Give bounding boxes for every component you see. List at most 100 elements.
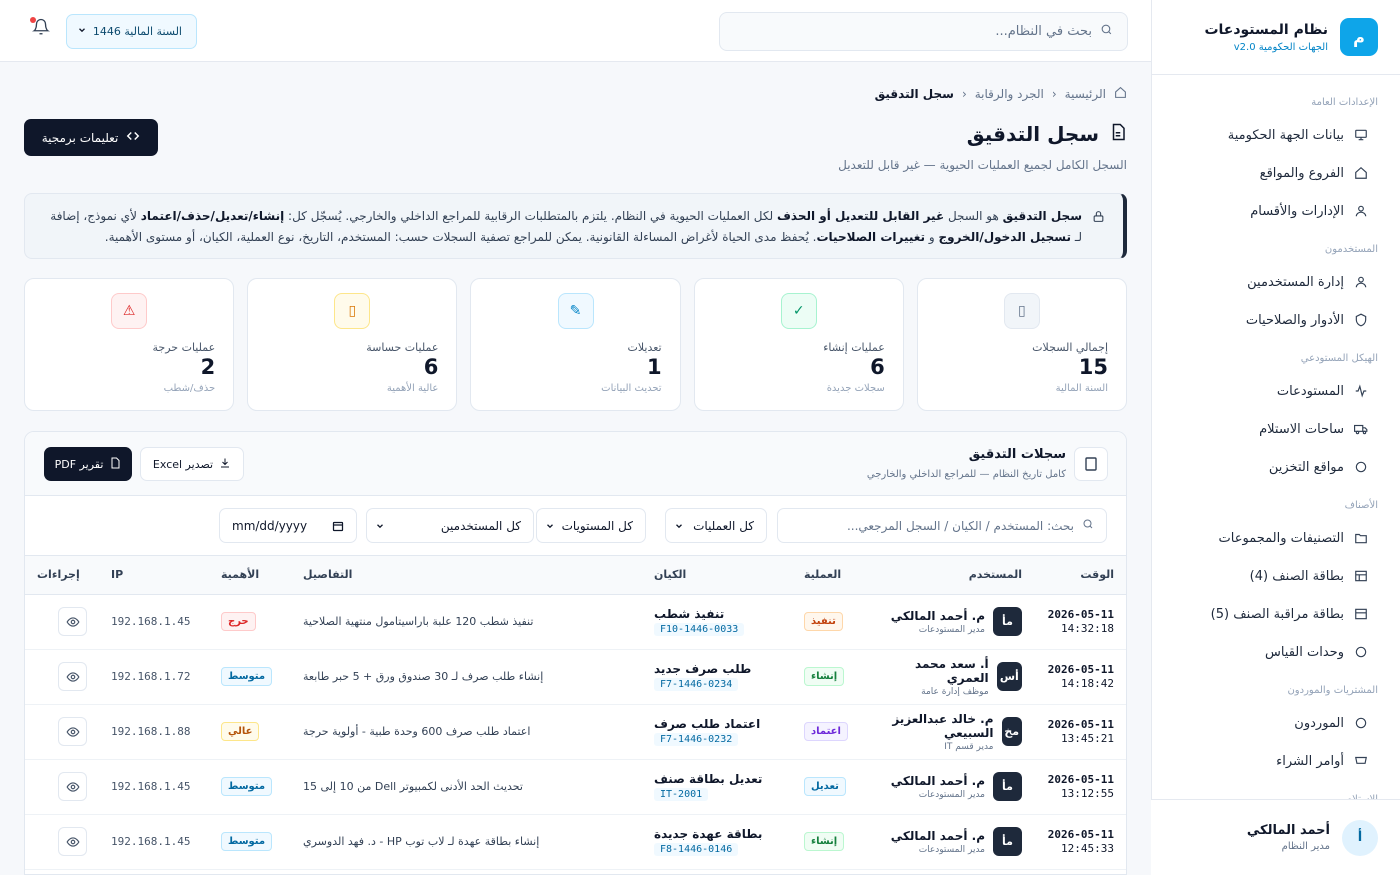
sidebar-item[interactable]: الفروع والمواقع <box>1152 154 1400 192</box>
cell-time: 2026-05-11 14:32:18 <box>1034 594 1126 650</box>
cell-operation: إنشاء <box>792 649 872 705</box>
page-title: سجل التدقيق <box>966 122 1099 146</box>
view-button[interactable] <box>58 662 87 691</box>
cell-time: 2026-05-11 12:45:33 <box>1034 814 1126 870</box>
sidebar-item[interactable]: وحدات القياس <box>1152 633 1400 671</box>
shield-icon <box>1354 313 1368 327</box>
check-icon: ✓ <box>780 293 817 329</box>
cell-details: إنشاء طلب صرف لـ 30 صندوق ورق + 5 حبر طا… <box>291 649 642 705</box>
pdf-report-button[interactable]: تقرير PDF <box>44 447 132 481</box>
sidebar-item-label: الأدوار والصلاحيات <box>1245 312 1344 328</box>
excel-export-label: تصدير Excel <box>152 457 214 471</box>
view-button[interactable] <box>58 717 87 746</box>
sidebar-item-label: بطاقة الصنف (4) <box>1249 568 1344 584</box>
sidebar-item-label: التصنيفات والمجموعات <box>1218 530 1344 546</box>
user-avatar: مأ <box>993 827 1022 856</box>
view-button[interactable] <box>58 607 87 636</box>
table-row[interactable]: 2026-05-11 13:45:21 مخ م. خالد عبدالعزيز… <box>25 704 1126 760</box>
entity-reference[interactable]: F10-1446-0033 <box>654 623 745 636</box>
home-icon <box>1354 166 1368 180</box>
col-entity[interactable]: الكيان <box>642 556 792 595</box>
audit-logs-panel: سجلات التدقيق كامل تاريخ النظام — للمراج… <box>24 431 1127 875</box>
home-icon[interactable] <box>1114 86 1127 102</box>
operations-filter-select[interactable]: كل العمليات <box>665 508 767 543</box>
table-row[interactable]: 2026-05-11 14:32:18 مأ م. أحمد المالكي م… <box>25 594 1126 650</box>
table-row[interactable]: 2026-05-11 14:18:42 أس أ. سعد محمد العمر… <box>25 649 1126 705</box>
sidebar-item[interactable]: التصنيفات والمجموعات <box>1152 519 1400 557</box>
view-button[interactable] <box>58 827 87 856</box>
row-time: 14:18:42 <box>1061 676 1114 690</box>
entity-reference[interactable]: IT-2001 <box>654 788 709 801</box>
date-filter-input[interactable]: mm/dd/yyyy <box>219 508 357 543</box>
col-importance[interactable]: الأهمية <box>209 556 291 595</box>
notifications-button[interactable] <box>30 17 50 38</box>
importance-badge: حرج <box>221 612 256 631</box>
sidebar-item[interactable]: المستودعات <box>1152 372 1400 410</box>
user-role: مدير النظام <box>1281 841 1330 852</box>
levels-filter-select[interactable]: كل المستويات <box>536 508 646 543</box>
sidebar-section-title: الأصناف <box>1344 500 1378 511</box>
stat-card: ⚠ عمليات حرجة 2 حذف/شطب <box>23 278 235 411</box>
table-row[interactable]: 2026-05-11 12:45:33 مأ م. أحمد المالكي م… <box>25 814 1126 870</box>
sidebar-item[interactable]: إدارة المستخدمين <box>1152 263 1400 301</box>
sidebar-item[interactable]: ساحات الاستلام <box>1152 410 1400 448</box>
view-button[interactable] <box>58 772 87 801</box>
breadcrumb-parent[interactable]: الجرد والرقابة <box>975 87 1044 101</box>
dev-instructions-label: تعليمات برمجية <box>41 130 119 145</box>
sidebar-item[interactable]: الموردون <box>1152 704 1400 742</box>
notice-text: سجل التدقيق هو السجل غير القابل للتعديل … <box>43 206 1082 258</box>
entity-reference[interactable]: F7-1446-0234 <box>654 678 739 691</box>
breadcrumb-home[interactable]: الرئيسية <box>1065 87 1106 101</box>
folder-icon <box>1354 531 1368 545</box>
operation-badge: إنشاء <box>804 832 845 851</box>
main-content: الرئيسية ‹ الجرد والرقابة ‹ سجل التدقيق … <box>0 62 1151 875</box>
row-date: 2026-05-11 <box>1047 772 1114 786</box>
stat-label: عمليات إنشاء <box>823 341 885 354</box>
sidebar-item[interactable]: الإدارات والأقسام <box>1152 192 1400 230</box>
col-operation[interactable]: العملية <box>792 556 872 595</box>
cell-actions <box>25 759 99 815</box>
sidebar-item[interactable]: مواقع التخزين <box>1152 448 1400 486</box>
notice-strong: سجل التدقيق <box>1002 209 1082 223</box>
sidebar-item[interactable]: بيانات الجهة الحكومية <box>1152 116 1400 154</box>
dev-instructions-button[interactable]: تعليمات برمجية <box>24 119 158 156</box>
chevron-down-icon <box>77 25 87 38</box>
col-details: التفاصيل <box>291 556 642 595</box>
row-time: 12:45:33 <box>1061 841 1114 855</box>
brand: م نظام المستودعات الجهات الحكومية v2.0 <box>1152 0 1400 75</box>
cell-entity: تعديل بطاقة صنف IT-2001 <box>642 759 792 815</box>
edit-icon: ✎ <box>557 293 594 329</box>
page-title-row: سجل التدقيق <box>967 122 1127 146</box>
stat-note: حذف/شطب <box>163 383 216 394</box>
logs-search-input[interactable]: بحث: المستخدم / الكيان / السجل المرجعي..… <box>777 508 1107 543</box>
table-row[interactable]: 2026-05-11 13:12:55 مأ م. أحمد المالكي م… <box>25 759 1126 815</box>
sidebar-item[interactable]: الأدوار والصلاحيات <box>1152 301 1400 339</box>
row-time: 13:45:21 <box>1061 731 1114 745</box>
sidebar-item[interactable]: بطاقة مراقبة الصنف (5) <box>1152 595 1400 633</box>
user-profile[interactable]: أ أحمد المالكي مدير النظام <box>1151 799 1400 875</box>
entity-name: اعتماد طلب صرف <box>654 717 761 731</box>
stat-value: 2 <box>200 355 216 379</box>
sidebar-item[interactable]: بطاقة الصنف (4) <box>1152 557 1400 595</box>
stat-value: 15 <box>1078 355 1108 379</box>
logs-search-placeholder: بحث: المستخدم / الكيان / السجل المرجعي..… <box>846 518 1074 533</box>
entity-reference[interactable]: F7-1446-0232 <box>654 733 739 746</box>
breadcrumb-separator: ‹ <box>1051 87 1057 101</box>
global-search-input[interactable]: بحث في النظام... <box>719 12 1128 51</box>
users-filter-select[interactable]: كل المستخدمين <box>366 508 534 543</box>
col-user[interactable]: المستخدم <box>872 556 1034 595</box>
cell-user: مأ م. أحمد المالكي مدير المستودعات <box>872 814 1034 870</box>
audit-logs-table: الوقت المستخدم العملية الكيان التفاصيل ا… <box>25 556 1126 870</box>
sidebar-item[interactable]: أوامر الشراء <box>1152 742 1400 780</box>
stat-label: عمليات حرجة <box>152 341 216 354</box>
fiscal-year-select[interactable]: السنة المالية 1446 <box>66 14 197 49</box>
chevron-down-icon <box>676 523 682 528</box>
cell-operation: إنشاء <box>792 814 872 870</box>
user-name: أحمد المالكي <box>1246 823 1330 838</box>
topbar: بحث في النظام... السنة المالية 1446 <box>0 0 1151 62</box>
entity-name: تعديل بطاقة صنف <box>654 772 763 786</box>
excel-export-button[interactable]: تصدير Excel <box>140 447 244 481</box>
col-time[interactable]: الوقت <box>1034 556 1126 595</box>
entity-reference[interactable]: F8-1446-0146 <box>654 843 739 856</box>
cell-importance: متوسط <box>209 649 291 705</box>
